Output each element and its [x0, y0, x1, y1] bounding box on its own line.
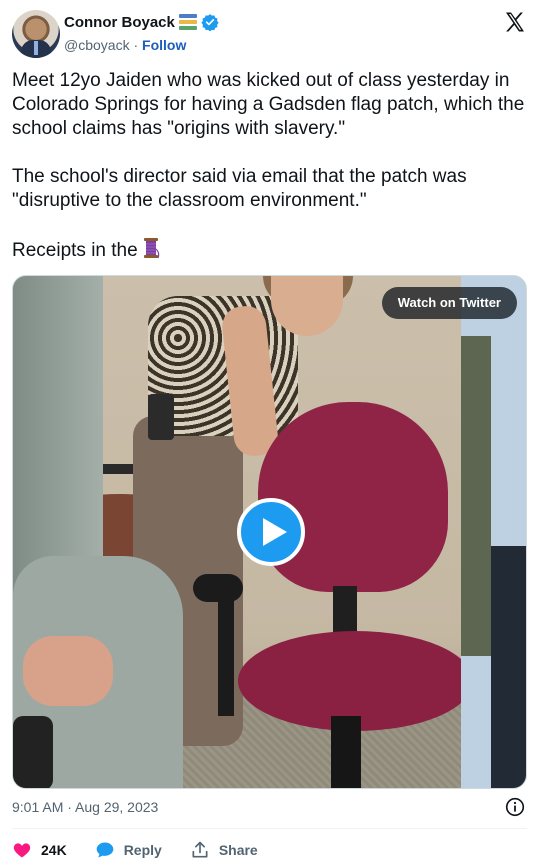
thread-spool-icon: [143, 238, 159, 259]
reply-button[interactable]: Reply: [95, 840, 162, 860]
video-scene-left-hand: [23, 636, 113, 706]
play-button[interactable]: [237, 498, 305, 566]
video-scene-chair-armpost: [218, 596, 234, 716]
x-logo-icon[interactable]: [503, 10, 527, 34]
handle-separator: ·: [133, 37, 139, 53]
video-scene-holster: [148, 394, 174, 440]
tweet-timestamp[interactable]: 9:01 AM · Aug 29, 2023: [12, 799, 158, 815]
author-handle[interactable]: @cboyack: [64, 37, 130, 53]
books-emoji-icon: [178, 14, 197, 30]
action-bar: 24K Reply Share: [12, 838, 286, 862]
author-name[interactable]: Connor Boyack: [64, 14, 175, 31]
video-media[interactable]: Watch on Twitter: [12, 275, 527, 789]
avatar[interactable]: [12, 10, 60, 58]
video-scene-man-vest: [461, 336, 491, 656]
follow-button[interactable]: Follow: [142, 37, 186, 53]
video-scene-left-shoe: [13, 716, 53, 788]
tweet-text: Meet 12yo Jaiden who was kicked out of c…: [12, 69, 532, 263]
avatar-tie: [34, 41, 38, 55]
video-scene-chair-base: [331, 716, 361, 788]
like-button[interactable]: 24K: [12, 840, 67, 860]
play-icon: [263, 518, 287, 546]
like-count: 24K: [41, 842, 67, 858]
reply-label: Reply: [123, 842, 162, 858]
tweet-header: Connor Boyack @cboyack · Follow: [12, 10, 527, 58]
video-scene-chair-back: [258, 402, 448, 592]
divider: [12, 828, 527, 829]
name-row: Connor Boyack: [64, 13, 219, 31]
share-upload-icon: [192, 841, 208, 858]
watch-on-twitter-button[interactable]: Watch on Twitter: [381, 287, 517, 319]
share-label: Share: [218, 842, 258, 858]
verified-badge-icon: [201, 14, 219, 31]
handle-row: @cboyack · Follow: [64, 37, 186, 53]
video-scene-chair-arm: [193, 574, 243, 602]
heart-icon: [13, 843, 31, 858]
tweet-body: Meet 12yo Jaiden who was kicked out of c…: [12, 70, 525, 261]
video-scene-man-pants: [491, 546, 526, 788]
share-button[interactable]: Share: [190, 840, 258, 860]
info-icon[interactable]: [505, 797, 525, 817]
speech-bubble-icon: [96, 842, 114, 858]
